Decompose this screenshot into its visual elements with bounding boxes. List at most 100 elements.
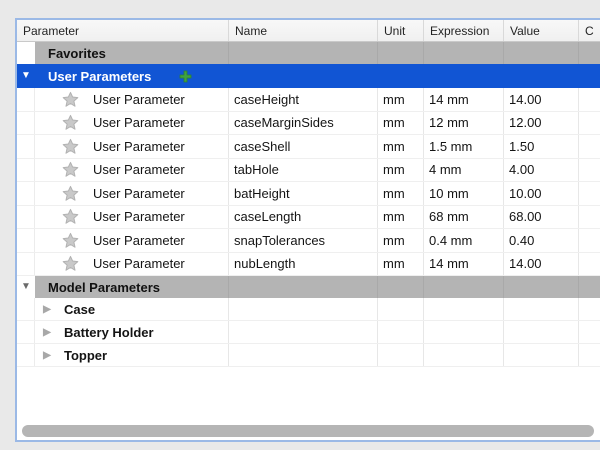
unit-cell: mm bbox=[378, 159, 424, 182]
table-header-row: Parameter Name Unit Expression Value C bbox=[17, 20, 600, 42]
comments-cell[interactable] bbox=[579, 112, 600, 135]
model-group-label: Battery Holder bbox=[64, 325, 154, 340]
comments-cell[interactable] bbox=[579, 135, 600, 158]
name-cell[interactable]: caseLength bbox=[229, 206, 378, 229]
expression-cell[interactable]: 14 mm bbox=[424, 253, 504, 276]
expression-cell[interactable]: 12 mm bbox=[424, 112, 504, 135]
row-type: User Parameter bbox=[93, 233, 185, 248]
expression-cell[interactable]: 4 mm bbox=[424, 159, 504, 182]
comments-cell[interactable] bbox=[579, 206, 600, 229]
row-type: User Parameter bbox=[93, 209, 185, 224]
unit-cell: mm bbox=[378, 229, 424, 252]
model-group-label: Case bbox=[64, 302, 95, 317]
favorite-star-icon[interactable] bbox=[62, 185, 79, 202]
favorite-star-icon[interactable] bbox=[62, 138, 79, 155]
table-row[interactable]: User Parameter tabHole mm 4 mm 4.00 bbox=[17, 159, 600, 183]
comments-cell[interactable] bbox=[579, 253, 600, 276]
comments-cell[interactable] bbox=[579, 229, 600, 252]
column-header-unit[interactable]: Unit bbox=[378, 20, 424, 41]
favorites-section-label: Favorites bbox=[48, 46, 106, 61]
value-cell: 4.00 bbox=[504, 159, 579, 182]
row-type: User Parameter bbox=[93, 162, 185, 177]
comments-cell[interactable] bbox=[579, 88, 600, 111]
unit-cell: mm bbox=[378, 206, 424, 229]
column-header-value-label: Value bbox=[510, 24, 540, 38]
favorite-star-icon[interactable] bbox=[62, 208, 79, 225]
table-empty-area bbox=[17, 367, 600, 423]
expression-cell[interactable]: 68 mm bbox=[424, 206, 504, 229]
value-cell: 10.00 bbox=[504, 182, 579, 205]
comments-cell[interactable] bbox=[579, 159, 600, 182]
unit-cell: mm bbox=[378, 253, 424, 276]
table-row[interactable]: User Parameter caseShell mm 1.5 mm 1.50 bbox=[17, 135, 600, 159]
model-parameters-section-label-cell: Model Parameters bbox=[35, 276, 229, 298]
column-header-expression[interactable]: Expression bbox=[424, 20, 504, 41]
column-header-expression-label: Expression bbox=[430, 24, 489, 38]
table-row[interactable]: User Parameter batHeight mm 10 mm 10.00 bbox=[17, 182, 600, 206]
unit-cell: mm bbox=[378, 182, 424, 205]
favorite-star-icon[interactable] bbox=[62, 91, 79, 108]
favorite-star-icon[interactable] bbox=[62, 114, 79, 131]
value-cell: 1.50 bbox=[504, 135, 579, 158]
column-header-parameter[interactable]: Parameter bbox=[17, 20, 229, 41]
row-type: User Parameter bbox=[93, 92, 185, 107]
favorites-section-label-cell: Favorites bbox=[35, 42, 229, 64]
table-row[interactable]: User Parameter caseLength mm 68 mm 68.00 bbox=[17, 206, 600, 230]
model-group-label: Topper bbox=[64, 348, 107, 363]
expression-cell[interactable]: 1.5 mm bbox=[424, 135, 504, 158]
comments-cell[interactable] bbox=[579, 182, 600, 205]
expression-cell[interactable]: 0.4 mm bbox=[424, 229, 504, 252]
name-cell[interactable]: caseHeight bbox=[229, 88, 378, 111]
user-parameters-section-row[interactable]: ▼ User Parameters bbox=[17, 64, 600, 88]
column-header-comments-label: C bbox=[585, 24, 594, 38]
favorite-star-icon[interactable] bbox=[62, 255, 79, 272]
favorites-disclosure-cell bbox=[17, 42, 35, 64]
column-header-parameter-label: Parameter bbox=[23, 24, 79, 38]
row-type: User Parameter bbox=[93, 139, 185, 154]
row-type: User Parameter bbox=[93, 115, 185, 130]
disclosure-collapsed-icon[interactable]: ▶ bbox=[40, 304, 54, 315]
row-type: User Parameter bbox=[93, 186, 185, 201]
value-cell: 68.00 bbox=[504, 206, 579, 229]
column-header-comments[interactable]: C bbox=[579, 20, 600, 41]
name-cell[interactable]: caseShell bbox=[229, 135, 378, 158]
model-group-row-case[interactable]: ▶ Case bbox=[17, 298, 600, 321]
parameters-table: Parameter Name Unit Expression Value C F… bbox=[15, 18, 600, 442]
table-row[interactable]: User Parameter caseHeight mm 14 mm 14.00 bbox=[17, 88, 600, 112]
table-row[interactable]: User Parameter snapTolerances mm 0.4 mm … bbox=[17, 229, 600, 253]
name-cell[interactable]: nubLength bbox=[229, 253, 378, 276]
horizontal-scrollbar-track[interactable] bbox=[17, 423, 600, 440]
value-cell: 14.00 bbox=[504, 88, 579, 111]
column-header-value[interactable]: Value bbox=[504, 20, 579, 41]
horizontal-scrollbar-thumb[interactable] bbox=[22, 425, 594, 437]
disclosure-expanded-icon[interactable]: ▼ bbox=[21, 282, 31, 292]
model-group-row-topper[interactable]: ▶ Topper bbox=[17, 344, 600, 367]
model-parameters-section-label: Model Parameters bbox=[48, 280, 160, 295]
column-header-unit-label: Unit bbox=[384, 24, 405, 38]
expression-cell[interactable]: 10 mm bbox=[424, 182, 504, 205]
model-group-row-battery-holder[interactable]: ▶ Battery Holder bbox=[17, 321, 600, 344]
name-cell[interactable]: caseMarginSides bbox=[229, 112, 378, 135]
name-cell[interactable]: snapTolerances bbox=[229, 229, 378, 252]
value-cell: 14.00 bbox=[504, 253, 579, 276]
value-cell: 12.00 bbox=[504, 112, 579, 135]
column-header-name[interactable]: Name bbox=[229, 20, 378, 41]
unit-cell: mm bbox=[378, 135, 424, 158]
table-row[interactable]: User Parameter caseMarginSides mm 12 mm … bbox=[17, 112, 600, 136]
unit-cell: mm bbox=[378, 112, 424, 135]
model-parameters-section-row[interactable]: ▼ Model Parameters bbox=[17, 276, 600, 298]
user-parameters-section-label: User Parameters bbox=[48, 69, 151, 84]
column-header-name-label: Name bbox=[235, 24, 267, 38]
table-row[interactable]: User Parameter nubLength mm 14 mm 14.00 bbox=[17, 253, 600, 277]
disclosure-collapsed-icon[interactable]: ▶ bbox=[40, 327, 54, 338]
favorite-star-icon[interactable] bbox=[62, 232, 79, 249]
favorite-star-icon[interactable] bbox=[62, 161, 79, 178]
disclosure-expanded-icon[interactable]: ▼ bbox=[17, 71, 35, 81]
favorites-section-row[interactable]: Favorites bbox=[17, 42, 600, 64]
name-cell[interactable]: tabHole bbox=[229, 159, 378, 182]
unit-cell: mm bbox=[378, 88, 424, 111]
name-cell[interactable]: batHeight bbox=[229, 182, 378, 205]
expression-cell[interactable]: 14 mm bbox=[424, 88, 504, 111]
disclosure-collapsed-icon[interactable]: ▶ bbox=[40, 350, 54, 361]
add-parameter-icon[interactable] bbox=[179, 70, 192, 83]
